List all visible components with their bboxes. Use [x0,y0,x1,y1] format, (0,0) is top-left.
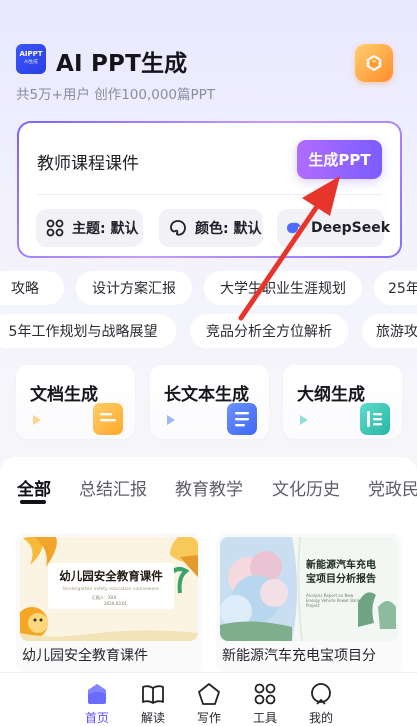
logo-subtext: AI生成 [24,60,38,65]
suggestion-row-2: 5年工作规划与战略展望 竞品分析全方位解析 旅游攻 [0,314,417,348]
feature-label: 文档生成 [30,385,98,405]
suggestion-chip[interactable]: 25年 [374,271,417,305]
nav-tools[interactable]: 工具 [240,679,290,726]
grid-icon [46,219,64,237]
nav-label: 工具 [252,711,277,725]
theme-selector[interactable]: 主题: 默认 [36,209,143,247]
divider [37,194,382,195]
app-logo: AIPPT AI生成 [16,44,46,74]
template-thumb-title-line: 新能源汽车充电 [306,560,376,571]
pentagon-icon [184,679,234,709]
tab-summary-report[interactable]: 总结汇报 [79,475,147,500]
tools-grid-icon [240,679,290,709]
document-icon [93,403,123,435]
prompt-input[interactable]: 教师课程课件 [37,149,139,174]
category-tabs: 全部 总结汇报 教育教学 文化历史 党政民 [0,475,417,505]
color-label: 颜色: 默认 [195,221,262,237]
long-text-icon [227,403,257,435]
nav-label: 我的 [308,711,333,725]
active-tab-indicator [20,500,46,504]
book-icon [128,679,178,709]
nav-label: 首页 [84,711,109,725]
suggestion-chip[interactable]: 旅游攻 [362,314,417,348]
deepseek-icon [285,219,303,237]
model-label: DeepSeek [311,220,391,236]
app-subtitle: 共5万+用户 创作100,000篇PPT [16,87,216,103]
outline-generate-card[interactable]: 大纲生成 [283,365,402,439]
app-header: AIPPT AI生成 AI PPT生成 共5万+用户 创作100,000篇PPT [16,44,401,104]
model-selector[interactable]: DeepSeek [277,209,390,247]
template-thumb-caption: Analysis Report on New Energy Vehicle Po… [306,593,361,609]
tab-culture-history[interactable]: 文化历史 [272,475,340,500]
suggestion-chip[interactable]: 设计方案汇报 [76,271,192,305]
play-arrow-icon [300,415,308,425]
nav-label: 解读 [140,711,165,725]
nav-writing[interactable]: 写作 [184,679,234,726]
tab-all[interactable]: 全部 [17,475,51,500]
feature-label: 长文本生成 [164,385,249,405]
tab-party-government[interactable]: 党政民 [368,475,417,500]
template-thumbnail: 新能源汽车充电 宝项目分析报告 Analysis Report on New E… [220,537,398,641]
nav-profile[interactable]: 我的 [296,679,346,726]
theme-label: 主题: 默认 [72,221,139,237]
suggestion-row-1: 攻略 设计方案汇报 大学生职业生涯规划 25年 [0,271,417,305]
template-thumb-caption: Kindergarten safety education courseware [63,587,159,592]
feature-label: 大纲生成 [297,385,365,405]
generate-ppt-button[interactable]: 生成PPT [297,140,382,179]
play-arrow-icon [33,415,41,425]
template-thumb-title: 新能源汽车充电 宝项目分析报告 [306,559,394,586]
outline-icon [360,403,390,435]
template-thumb-date: 202X.03.01 [104,601,128,606]
suggestion-chip[interactable]: 5年工作规划与战略展望 [0,314,176,348]
suggestion-chip[interactable]: 攻略 [0,271,64,305]
play-arrow-icon [167,415,175,425]
tab-education[interactable]: 教育教学 [175,475,243,500]
template-name: 新能源汽车充电宝项目分 [222,648,376,664]
diamond-icon[interactable] [355,44,393,82]
suggestion-chip[interactable]: 竞品分析全方位解析 [190,314,348,348]
template-thumb-title: 幼儿园安全教育课件 [59,569,163,583]
suggestion-chip[interactable]: 大学生职业生涯规划 [204,271,362,305]
app-title: AI PPT生成 [56,51,188,77]
nav-home[interactable]: 首页 [72,679,122,726]
doc-generate-card[interactable]: 文档生成 [16,365,135,439]
template-name: 幼儿园安全教育课件 [22,648,148,664]
template-thumb-title-line: 宝项目分析报告 [306,573,376,585]
color-selector[interactable]: 颜色: 默认 [159,209,263,247]
logo-text: AIPPT [19,50,43,58]
home-icon [72,679,122,709]
prompt-card: 教师课程课件 生成PPT 主题: 默认 颜色: 默认 DeepSeek [17,121,402,258]
template-card[interactable]: 新能源汽车充电 宝项目分析报告 Analysis Report on New E… [216,533,402,673]
template-thumbnail: 幼儿园安全教育课件 Kindergarten safety education … [20,537,198,641]
template-card[interactable]: 幼儿园安全教育课件 Kindergarten safety education … [16,533,202,673]
nav-label: 写作 [196,711,221,725]
palette-icon [169,219,187,237]
bottom-navigation: 首页 解读 写作 工具 我的 [0,672,417,726]
profile-icon [296,679,346,709]
nav-interpret[interactable]: 解读 [128,679,178,726]
long-text-generate-card[interactable]: 长文本生成 [150,365,269,439]
